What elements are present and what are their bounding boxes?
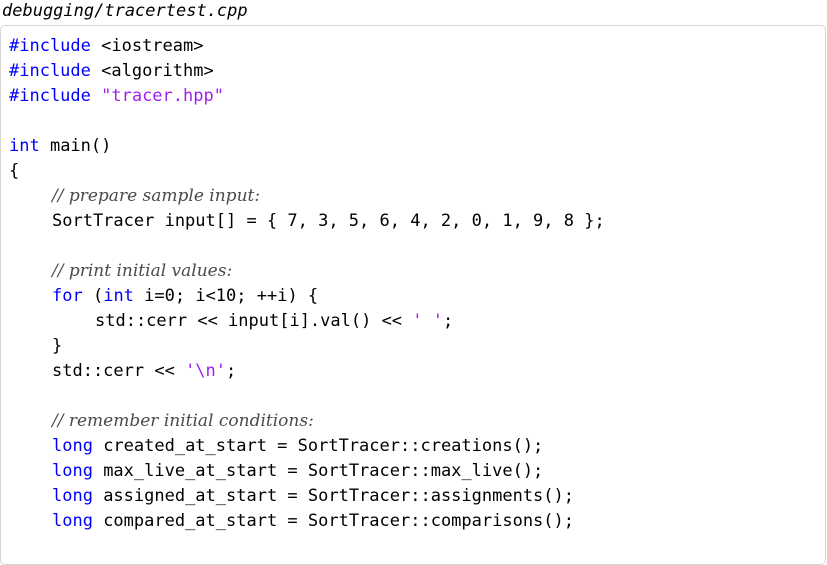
code-text: ; — [443, 311, 454, 331]
keyword: long — [52, 486, 93, 506]
string-literal: "tracer.hpp" — [90, 86, 224, 106]
code-line-sample-input: SortTracer input[] = { 7, 3, 5, 6, 4, 2,… — [9, 209, 605, 234]
keyword: #include — [9, 61, 91, 81]
code-text: ( — [82, 286, 104, 306]
code-line-cerr-values: std::cerr << input[i].val() << ' '; — [9, 309, 605, 334]
keyword: int — [9, 136, 40, 156]
code-text: SortTracer input[] = { 7, 3, 5, 6, 4, 2,… — [52, 211, 605, 231]
code-text: assigned_at_start = SortTracer::assignme… — [92, 486, 574, 506]
code-text: <algorithm> — [90, 61, 214, 81]
char-literal: '\n' — [185, 361, 227, 381]
code-line-created-at-start: long created_at_start = SortTracer::crea… — [9, 434, 605, 459]
code-text: ; — [226, 361, 237, 381]
keyword: int — [103, 286, 134, 306]
char-literal: ' ' — [412, 311, 443, 331]
code-line-cerr-newline: std::cerr << '\n'; — [9, 359, 605, 384]
code-line-include-tracer: #include "tracer.hpp" — [9, 84, 605, 109]
code-line-compared-at-start: long compared_at_start = SortTracer::com… — [9, 509, 605, 534]
code-comment: // prepare sample input: — [52, 186, 261, 206]
code-comment: // remember initial conditions: — [52, 411, 314, 431]
file-name: debugging/tracertest.cpp — [2, 1, 248, 21]
code-line-include-iostream: #include <iostream> — [9, 34, 605, 59]
code-line-include-algorithm: #include <algorithm> — [9, 59, 605, 84]
code-text: compared_at_start = SortTracer::comparis… — [92, 511, 574, 531]
keyword: long — [52, 511, 93, 531]
keyword: #include — [9, 36, 91, 56]
code-line-main: int main() — [9, 134, 605, 159]
code-line-for-loop: for (int i=0; i<10; ++i) { — [9, 284, 605, 309]
code-text: i=0; i<10; ++i) { — [133, 286, 319, 306]
code-line-max-live-at-start: long max_live_at_start = SortTracer::max… — [9, 459, 605, 484]
code-text: } — [52, 336, 63, 356]
code-line-assigned-at-start: long assigned_at_start = SortTracer::ass… — [9, 484, 605, 509]
code-line-close-brace: } — [9, 334, 605, 359]
code-line-open-brace: { — [9, 159, 605, 184]
code-line-comment-remember: // remember initial conditions: — [9, 409, 605, 434]
keyword: long — [52, 436, 93, 456]
keyword: for — [52, 286, 83, 306]
keyword: #include — [9, 86, 91, 106]
code-text: std::cerr << input[i].val() << — [95, 311, 413, 331]
code-line-comment-print: // print initial values: — [9, 259, 605, 284]
code-text: max_live_at_start = SortTracer::max_live… — [92, 461, 544, 481]
keyword: long — [52, 461, 93, 481]
code-text: main() — [39, 136, 112, 156]
code-text: <iostream> — [90, 36, 204, 56]
code-line-comment-prepare: // prepare sample input: — [9, 184, 605, 209]
code-comment: // print initial values: — [52, 261, 233, 281]
code-text: { — [9, 161, 20, 181]
code-listing: #include <iostream> #include <algorithm>… — [9, 34, 605, 534]
code-text: created_at_start = SortTracer::creations… — [92, 436, 544, 456]
code-text: std::cerr << — [52, 361, 186, 381]
